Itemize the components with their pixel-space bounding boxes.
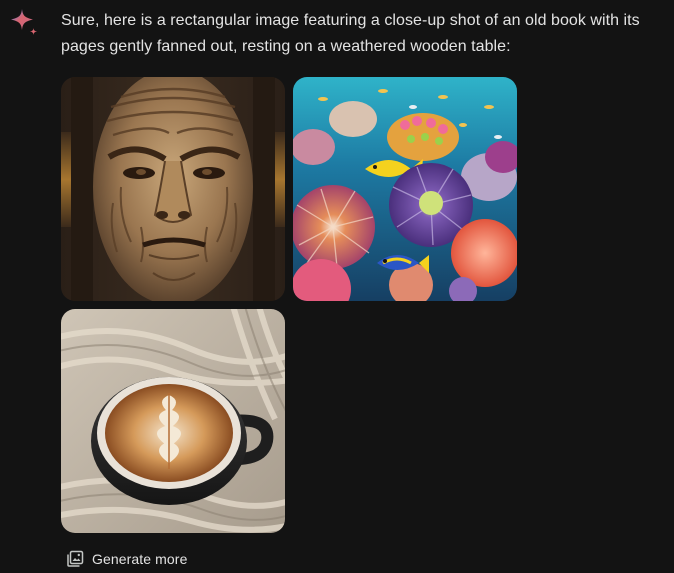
carved-face-image bbox=[61, 77, 285, 301]
generate-more-label: Generate more bbox=[92, 551, 188, 567]
generated-image-3[interactable] bbox=[61, 309, 285, 533]
image-gallery bbox=[61, 77, 521, 533]
generated-image-1[interactable] bbox=[61, 77, 285, 301]
response-message: Sure, here is a rectangular image featur… bbox=[61, 12, 640, 55]
coral-reef-image bbox=[293, 77, 517, 301]
generated-image-2[interactable] bbox=[293, 77, 517, 301]
generate-more-button[interactable]: Generate more bbox=[66, 546, 187, 572]
image-stack-icon bbox=[67, 550, 84, 567]
gemini-sparkle-icon bbox=[11, 9, 37, 35]
latte-art-image bbox=[61, 309, 285, 533]
